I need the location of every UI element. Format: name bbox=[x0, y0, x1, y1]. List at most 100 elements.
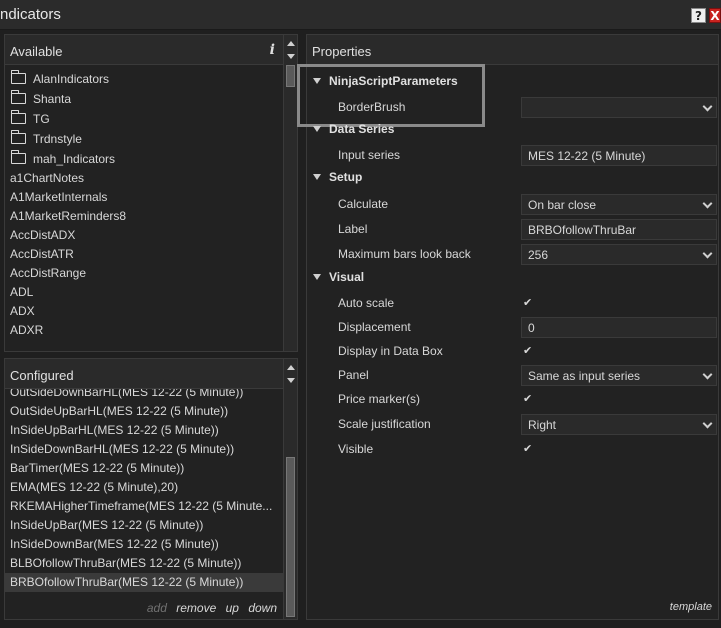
prop-label: Price marker(s) bbox=[338, 392, 421, 406]
remove-button[interactable]: remove bbox=[176, 601, 216, 615]
help-button[interactable]: ? bbox=[691, 8, 706, 23]
indicator-list-item[interactable]: ADX bbox=[5, 302, 283, 321]
scroll-thumb[interactable] bbox=[286, 65, 295, 87]
indicator-list-item[interactable]: AccDistATR bbox=[5, 245, 283, 264]
indicator-list-item[interactable]: ADXR bbox=[5, 321, 283, 340]
available-list: AlanIndicators Shanta TG Trdnstyle mah_Indic… bbox=[5, 69, 283, 351]
configured-scrollbar[interactable] bbox=[283, 359, 297, 619]
configured-list-item[interactable]: BarTimer(MES 12-22 (5 Minute)) bbox=[5, 459, 283, 478]
configured-list-item[interactable]: BRBOfollowThruBar(MES 12-22 (5 Minute)) bbox=[5, 573, 283, 592]
panel-dropdown[interactable]: Same as input series bbox=[521, 365, 717, 386]
indicator-list-item[interactable]: ADL bbox=[5, 283, 283, 302]
indicator-list-item[interactable]: A1MarketInternals bbox=[5, 188, 283, 207]
prop-label: Auto scale bbox=[338, 296, 395, 310]
scroll-thumb[interactable] bbox=[286, 457, 295, 617]
folder-item[interactable]: AlanIndicators bbox=[5, 69, 283, 89]
displacement-input[interactable]: 0 bbox=[521, 317, 717, 338]
configured-title: Configured bbox=[10, 368, 74, 383]
prop-label: Display in Data Box bbox=[338, 344, 443, 358]
prop-scale-justification: Scale justification Right bbox=[307, 414, 718, 439]
configured-list-item[interactable]: InSideUpBar(MES 12-22 (5 Minute)) bbox=[5, 516, 283, 535]
scroll-down-icon[interactable] bbox=[287, 378, 295, 383]
configured-list-item[interactable]: OutSideDownBarHL(MES 12-22 (5 Minute)) bbox=[5, 389, 283, 402]
prop-max-bars: Maximum bars look back 256 bbox=[307, 244, 718, 269]
folder-icon bbox=[11, 90, 26, 105]
auto-scale-checkbox[interactable]: ✔ bbox=[523, 296, 532, 309]
template-link[interactable]: template bbox=[670, 601, 712, 613]
configured-list-item[interactable]: EMA(MES 12-22 (5 Minute),20) bbox=[5, 478, 283, 497]
folder-item[interactable]: TG bbox=[5, 109, 283, 129]
info-icon[interactable]: i bbox=[270, 42, 275, 58]
category-label: NinjaScriptParameters bbox=[329, 74, 458, 88]
available-scrollbar[interactable] bbox=[283, 35, 297, 351]
prop-display-data-box: Display in Data Box ✔ bbox=[307, 342, 718, 366]
display-data-box-checkbox[interactable]: ✔ bbox=[523, 344, 532, 357]
properties-panel: Properties NinjaScriptParameters BorderB… bbox=[297, 34, 719, 620]
down-button[interactable]: down bbox=[248, 601, 277, 615]
up-button[interactable]: up bbox=[226, 601, 239, 615]
configured-list: OutSideDownBarHL(MES 12-22 (5 Minute)) Ou… bbox=[5, 389, 283, 597]
category-label: Visual bbox=[329, 270, 365, 284]
close-button[interactable]: X bbox=[709, 8, 721, 23]
scroll-up-icon[interactable] bbox=[287, 41, 295, 46]
border-brush-dropdown[interactable] bbox=[521, 97, 717, 118]
folder-label: Shanta bbox=[33, 92, 72, 106]
indicator-list-item[interactable]: a1ChartNotes bbox=[5, 169, 283, 188]
window-body: Available i AlanIndicators Shanta TG Trdnst… bbox=[0, 30, 721, 628]
window-title: ndicators bbox=[0, 6, 61, 23]
category-label: Setup bbox=[329, 170, 363, 184]
folder-item[interactable]: Shanta bbox=[5, 89, 283, 109]
prop-calculate: Calculate On bar close bbox=[307, 194, 718, 219]
visible-checkbox[interactable]: ✔ bbox=[523, 442, 532, 455]
category-visual[interactable]: Visual bbox=[307, 270, 718, 294]
properties-header: Properties bbox=[307, 35, 718, 65]
prop-label: Displacement bbox=[338, 320, 411, 334]
label-input[interactable]: BRBOfollowThruBar bbox=[521, 219, 717, 240]
folder-label: mah_Indicators bbox=[33, 152, 116, 166]
window-titlebar: ndicators ? X bbox=[0, 0, 721, 30]
scroll-down-icon[interactable] bbox=[287, 54, 295, 59]
configured-list-item[interactable]: InSideUpBarHL(MES 12-22 (5 Minute)) bbox=[5, 421, 283, 440]
prop-label: Calculate bbox=[338, 197, 389, 211]
prop-label: Maximum bars look back bbox=[338, 247, 471, 261]
input-series-field[interactable]: MES 12-22 (5 Minute) bbox=[521, 145, 717, 166]
configured-list-item[interactable]: InSideDownBar(MES 12-22 (5 Minute)) bbox=[5, 535, 283, 554]
prop-label: Label bbox=[338, 222, 368, 236]
configured-list-item[interactable]: OutSideUpBarHL(MES 12-22 (5 Minute)) bbox=[5, 402, 283, 421]
folder-item[interactable]: mah_Indicators bbox=[5, 149, 283, 169]
available-header: Available bbox=[5, 35, 297, 65]
configured-footer: add remove up down bbox=[5, 597, 283, 619]
indicator-list-item[interactable]: AccDistADX bbox=[5, 226, 283, 245]
expand-arrow-icon[interactable] bbox=[313, 125, 321, 132]
properties-title: Properties bbox=[312, 44, 372, 59]
expand-arrow-icon[interactable] bbox=[313, 77, 321, 84]
expand-arrow-icon[interactable] bbox=[313, 273, 321, 280]
expand-arrow-icon[interactable] bbox=[313, 173, 321, 180]
prop-panel: Panel Same as input series bbox=[307, 365, 718, 390]
price-marker-checkbox[interactable]: ✔ bbox=[523, 392, 532, 405]
add-button[interactable]: add bbox=[147, 601, 167, 615]
scroll-up-icon[interactable] bbox=[287, 365, 295, 370]
prop-visible: Visible ✔ bbox=[307, 440, 718, 464]
configured-list-item[interactable]: BLBOfollowThruBar(MES 12-22 (5 Minute)) bbox=[5, 554, 283, 573]
category-setup[interactable]: Setup bbox=[307, 170, 718, 194]
prop-input-series: Input series MES 12-22 (5 Minute) bbox=[307, 145, 718, 170]
prop-border-brush: BorderBrush bbox=[307, 97, 718, 122]
configured-header: Configured bbox=[5, 359, 297, 389]
folder-item[interactable]: Trdnstyle bbox=[5, 129, 283, 149]
configured-list-item[interactable]: RKEMAHigherTimeframe(MES 12-22 (5 Minute… bbox=[5, 497, 283, 516]
prop-label: Panel bbox=[338, 368, 369, 382]
indicator-list-item[interactable]: AccDistRange bbox=[5, 264, 283, 283]
max-bars-dropdown[interactable]: 256 bbox=[521, 244, 717, 265]
prop-price-marker: Price marker(s) ✔ bbox=[307, 390, 718, 414]
calculate-dropdown[interactable]: On bar close bbox=[521, 194, 717, 215]
category-ninjascript[interactable]: NinjaScriptParameters bbox=[307, 74, 718, 98]
folder-label: TG bbox=[33, 112, 50, 126]
chevron-down-icon bbox=[702, 369, 713, 380]
configured-list-item[interactable]: InSideDownBarHL(MES 12-22 (5 Minute)) bbox=[5, 440, 283, 459]
indicator-list-item[interactable]: A1MarketReminders8 bbox=[5, 207, 283, 226]
category-data-series[interactable]: Data Series bbox=[307, 122, 718, 146]
prop-displacement: Displacement 0 bbox=[307, 317, 718, 342]
chevron-down-icon bbox=[702, 418, 713, 429]
scale-justification-dropdown[interactable]: Right bbox=[521, 414, 717, 435]
